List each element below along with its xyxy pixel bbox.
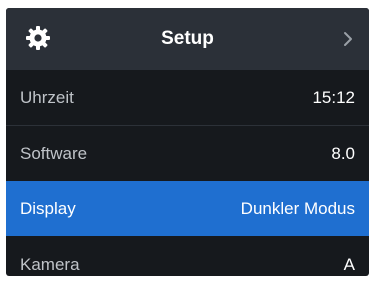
settings-row-display[interactable]: Display Dunkler Modus	[6, 181, 369, 236]
row-value: 15:12	[312, 88, 355, 107]
settings-row-kamera[interactable]: Kamera A	[6, 237, 369, 276]
page-title: Setup	[161, 28, 214, 49]
settings-row-software[interactable]: Software 8.0	[6, 126, 369, 181]
row-value: A	[343, 255, 355, 274]
row-label: Uhrzeit	[20, 88, 74, 107]
row-value: Dunkler Modus	[240, 199, 355, 218]
row-label: Software	[20, 144, 88, 163]
setup-header[interactable]: Setup	[6, 8, 369, 70]
row-value: 8.0	[331, 144, 355, 163]
row-label: Kamera	[20, 255, 80, 274]
row-label: Display	[20, 199, 76, 218]
chevron-right-icon[interactable]	[343, 30, 353, 48]
settings-row-uhrzeit[interactable]: Uhrzeit 15:12	[6, 70, 369, 125]
setup-panel: Setup Uhrzeit 15:12 Software 8.0 Display…	[6, 8, 369, 276]
